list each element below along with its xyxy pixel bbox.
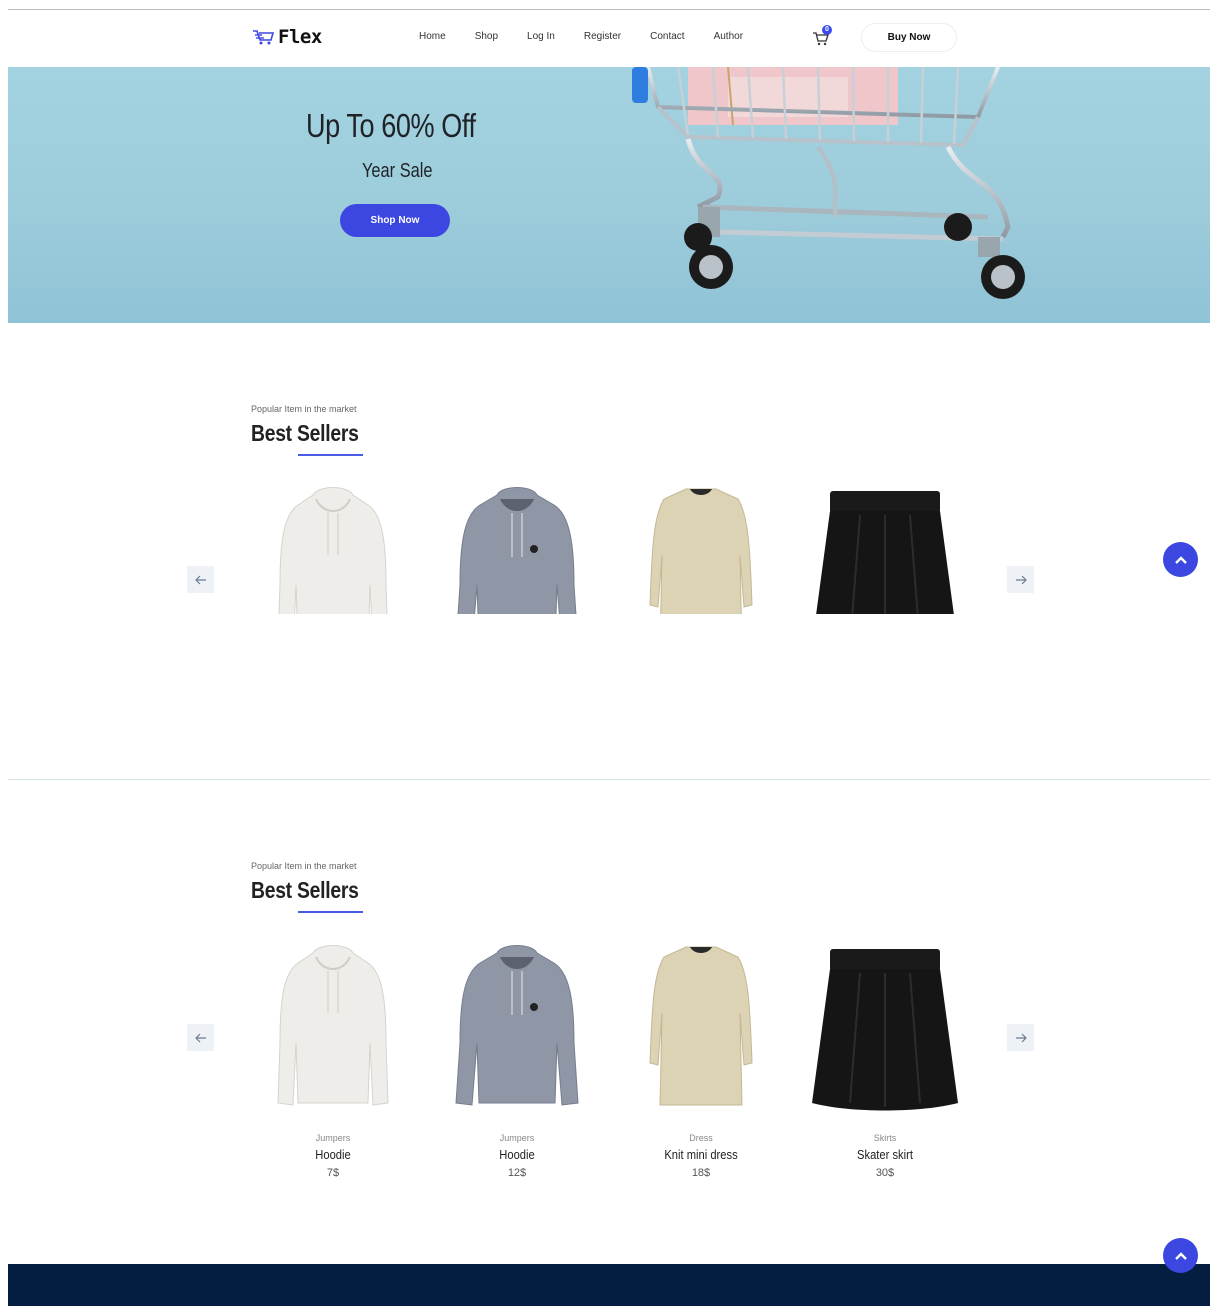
product-name[interactable]: Skater skirt — [821, 1147, 950, 1162]
product-category: Dress — [689, 1133, 713, 1143]
hoodie-image — [455, 945, 579, 1106]
skirt-image — [816, 491, 954, 614]
arrow-right-icon — [1015, 1033, 1027, 1042]
product-price: 30$ — [875, 1167, 895, 1179]
hero-subtitle: Year Sale — [362, 160, 433, 182]
logo[interactable]: Flex — [252, 26, 322, 48]
product-category: Skirts — [873, 1133, 897, 1143]
section-title: Best Sellers — [251, 877, 359, 903]
section-underline — [298, 454, 363, 456]
hero-title: Up To 60% Off — [306, 107, 476, 144]
logo-cart-icon — [253, 30, 274, 45]
dress-image — [649, 488, 753, 614]
hero-banner: Up To 60% Off Year Sale Shop Now — [8, 67, 1210, 323]
arrow-right-icon — [1015, 575, 1027, 584]
cart-count-badge: 0 — [822, 25, 832, 35]
product-price: 7$ — [326, 1167, 340, 1179]
product-image-clipped[interactable] — [258, 485, 408, 614]
product-price: 18$ — [691, 1167, 711, 1179]
shop-now-button[interactable]: Shop Now — [340, 204, 450, 237]
product-category: Jumpers — [315, 1133, 351, 1143]
shopping-cart-image — [632, 67, 1025, 299]
product-image-clipped[interactable] — [810, 485, 960, 614]
section-title: Best Sellers — [251, 420, 359, 446]
hoodie-image — [277, 945, 389, 1106]
scroll-top-button[interactable] — [1163, 1238, 1198, 1273]
nav-contact[interactable]: Contact — [650, 31, 684, 42]
dashed-separator — [8, 658, 1210, 661]
logo-text: Flex — [278, 26, 322, 48]
carousel-prev-button[interactable] — [187, 1024, 214, 1051]
section-eyebrow: Popular Item in the market — [251, 404, 357, 414]
dress-image — [649, 946, 753, 1106]
site-header: Flex Home Shop Log In Register Contact A… — [8, 10, 1210, 67]
product-card[interactable]: Jumpers Hoodie 12$ — [442, 943, 592, 1179]
nav-login[interactable]: Log In — [527, 31, 555, 42]
arrow-left-icon — [194, 1033, 206, 1042]
section-divider — [8, 779, 1210, 780]
product-image-clipped[interactable] — [626, 485, 776, 614]
main-nav: Home Shop Log In Register Contact Author — [419, 31, 772, 42]
site-footer — [8, 1264, 1210, 1306]
hoodie-image — [278, 487, 388, 614]
product-image-clipped[interactable] — [442, 485, 592, 614]
arrow-left-icon — [194, 575, 206, 584]
carousel-prev-button[interactable] — [187, 566, 214, 593]
product-price: 12$ — [507, 1167, 527, 1179]
nav-register[interactable]: Register — [584, 31, 621, 42]
product-card[interactable]: Jumpers Hoodie 7$ — [258, 943, 408, 1179]
product-card[interactable]: Skirts Skater skirt 30$ — [810, 943, 960, 1179]
section-eyebrow: Popular Item in the market — [251, 861, 357, 871]
product-name[interactable]: Hoodie — [453, 1147, 582, 1162]
scroll-top-button[interactable] — [1163, 542, 1198, 577]
product-card[interactable]: Dress Knit mini dress 18$ — [626, 943, 776, 1179]
hoodie-image — [457, 487, 577, 614]
section-underline — [298, 911, 363, 913]
chevron-up-icon — [1174, 555, 1187, 564]
product-name[interactable]: Hoodie — [269, 1147, 398, 1162]
carousel-next-button[interactable] — [1007, 566, 1034, 593]
carousel-next-button[interactable] — [1007, 1024, 1034, 1051]
buy-now-button[interactable]: Buy Now — [861, 23, 957, 52]
nav-author[interactable]: Author — [714, 31, 743, 42]
nav-home[interactable]: Home — [419, 31, 446, 42]
nav-shop[interactable]: Shop — [475, 31, 498, 42]
chevron-up-icon — [1174, 1251, 1187, 1260]
skirt-image — [812, 949, 958, 1111]
product-category: Jumpers — [499, 1133, 535, 1143]
product-name[interactable]: Knit mini dress — [637, 1147, 766, 1162]
